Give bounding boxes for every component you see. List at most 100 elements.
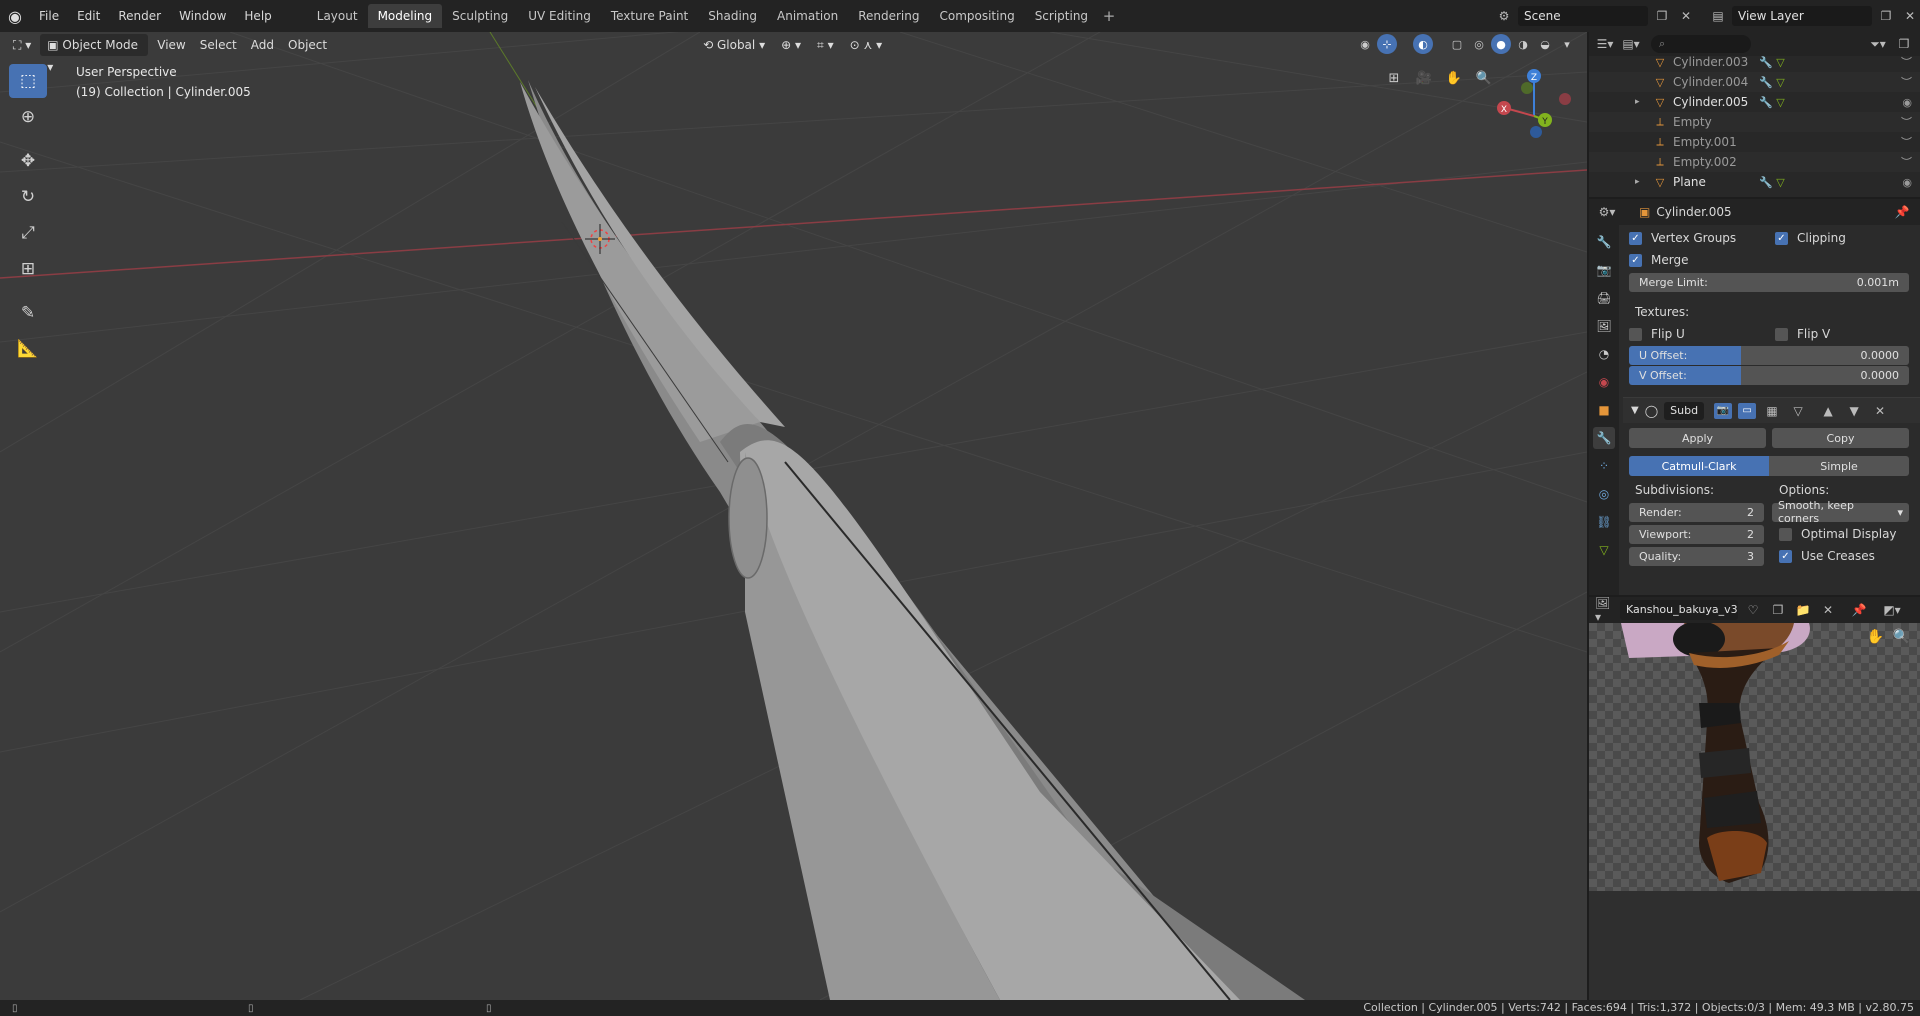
- optimal-display-checkbox[interactable]: [1779, 527, 1792, 541]
- solid-shading-icon[interactable]: ●: [1491, 34, 1511, 54]
- outliner-row[interactable]: ⟂ Empty.002 ︶: [1589, 152, 1920, 172]
- menu-help[interactable]: Help: [235, 4, 280, 28]
- scene-tab-icon[interactable]: ◔: [1593, 343, 1615, 365]
- eye-open-icon[interactable]: ◉: [1902, 96, 1912, 109]
- image-editor-type-icon[interactable]: 🖼▾: [1595, 597, 1615, 624]
- new-collection-icon[interactable]: ❐: [1894, 34, 1914, 54]
- 3d-viewport[interactable]: Z X Y ⛶ ▾ ▣ Object Mode ▾ View Select Add O…: [0, 32, 1587, 1000]
- eye-closed-icon[interactable]: ︶: [1901, 114, 1912, 130]
- display-channels-icon[interactable]: ◩▾: [1882, 600, 1902, 620]
- pin-icon[interactable]: 📌: [1892, 202, 1912, 222]
- v-offset-field[interactable]: V Offset: 0.0000: [1629, 365, 1909, 385]
- new-scene-icon[interactable]: ❐: [1652, 6, 1672, 26]
- filter-icon[interactable]: ⏷▾: [1868, 34, 1888, 54]
- uv-smooth-select[interactable]: Smooth, keep corners ▾: [1772, 499, 1909, 525]
- rotate-tool-icon[interactable]: ↻: [9, 180, 47, 214]
- move-down-icon[interactable]: ▼: [1844, 401, 1864, 421]
- eye-closed-icon[interactable]: ︶: [1901, 54, 1912, 70]
- tab-shading[interactable]: Shading: [698, 4, 767, 28]
- collapse-icon[interactable]: ▼: [1631, 405, 1639, 416]
- display-mode-icon[interactable]: ▤▾: [1621, 34, 1641, 54]
- pivot-point-icon[interactable]: ⊕ ▾: [774, 34, 808, 56]
- transform-tool-icon[interactable]: ⊞: [9, 252, 47, 286]
- visibility-icon[interactable]: ◉: [1355, 34, 1375, 54]
- move-up-icon[interactable]: ▲: [1818, 401, 1838, 421]
- open-image-icon[interactable]: 📁: [1793, 600, 1813, 620]
- outliner-row[interactable]: ▸ ▽ Plane 🔧 ▽ ◉: [1589, 172, 1920, 192]
- select-box-tool-icon[interactable]: ⬚: [9, 64, 47, 98]
- view-layer-tab-icon[interactable]: 🖼: [1593, 315, 1615, 337]
- new-view-layer-icon[interactable]: ❐: [1876, 6, 1896, 26]
- viewport-menu-view[interactable]: View: [150, 34, 192, 56]
- properties-editor-type-icon[interactable]: ⚙▾: [1597, 202, 1617, 222]
- new-image-icon[interactable]: ❐: [1768, 600, 1788, 620]
- vertex-groups-checkbox[interactable]: ✓: [1629, 231, 1642, 245]
- scale-tool-icon[interactable]: ⤢: [9, 216, 47, 250]
- cursor-tool-icon[interactable]: ⊕: [9, 100, 47, 134]
- modifier-wrench-icon[interactable]: 🔧 ▽: [1759, 76, 1785, 89]
- add-workspace-button[interactable]: +: [1098, 5, 1120, 27]
- tab-scripting[interactable]: Scripting: [1025, 4, 1098, 28]
- unlink-image-icon[interactable]: ✕: [1818, 600, 1838, 620]
- menu-window[interactable]: Window: [170, 4, 235, 28]
- tab-compositing[interactable]: Compositing: [929, 4, 1024, 28]
- wireframe-shading-icon[interactable]: ◎: [1469, 34, 1489, 54]
- blender-logo-icon[interactable]: ◉: [0, 0, 30, 32]
- remove-view-layer-icon[interactable]: ✕: [1900, 6, 1920, 26]
- viewport-menu-add[interactable]: Add: [244, 34, 281, 56]
- editor-type-icon[interactable]: ⛶ ▾: [6, 34, 38, 56]
- constraints-tab-icon[interactable]: ⛓: [1593, 511, 1615, 533]
- pan-image-icon[interactable]: ✋: [1867, 629, 1884, 645]
- gizmo-toggle-icon[interactable]: ⊹: [1377, 34, 1397, 54]
- view-layer-browse-icon[interactable]: ▤: [1708, 6, 1728, 26]
- viewport-levels-field[interactable]: Viewport: 2: [1629, 524, 1764, 544]
- outliner-row[interactable]: ▽ Cylinder.004 🔧 ▽ ︶: [1589, 72, 1920, 92]
- outliner-editor-type-icon[interactable]: ☰▾: [1595, 34, 1615, 54]
- simple-button[interactable]: Simple: [1769, 456, 1909, 476]
- eye-closed-icon[interactable]: ︶: [1901, 154, 1912, 170]
- measure-tool-icon[interactable]: 📐: [9, 332, 47, 366]
- render-levels-field[interactable]: Render: 2: [1629, 502, 1764, 522]
- outliner-row[interactable]: ▽ Cylinder.003 🔧 ▽ ︶: [1589, 52, 1920, 72]
- pin-image-icon[interactable]: 📌: [1849, 600, 1869, 620]
- modifier-name-field[interactable]: Subd: [1664, 401, 1705, 420]
- eye-closed-icon[interactable]: ︶: [1901, 134, 1912, 150]
- overlay-toggle-icon[interactable]: ◐: [1413, 34, 1433, 54]
- u-offset-field[interactable]: U Offset: 0.0000: [1629, 345, 1909, 365]
- data-tab-icon[interactable]: ▽: [1593, 539, 1615, 561]
- render-toggle-icon[interactable]: 📷: [1714, 402, 1733, 419]
- fake-user-icon[interactable]: ♡: [1743, 600, 1763, 620]
- proportional-edit-icon[interactable]: ⊙ ⋏ ▾: [843, 34, 890, 56]
- viewport-menu-select[interactable]: Select: [193, 34, 244, 56]
- catmull-clark-button[interactable]: Catmull-Clark: [1629, 456, 1769, 476]
- tab-rendering[interactable]: Rendering: [848, 4, 929, 28]
- zoom-image-icon[interactable]: 🔍: [1893, 629, 1910, 645]
- navigation-gizmo[interactable]: Z X Y: [1497, 69, 1571, 138]
- flip-v-checkbox[interactable]: [1775, 327, 1788, 341]
- expand-icon[interactable]: ▸: [1635, 97, 1640, 107]
- annotate-tool-icon[interactable]: ✎: [9, 296, 47, 330]
- scene-name-field[interactable]: Scene: [1518, 6, 1648, 26]
- clipping-checkbox[interactable]: ✓: [1775, 231, 1788, 245]
- outliner-row[interactable]: ⟂ Empty.001 ︶: [1589, 132, 1920, 152]
- merge-checkbox[interactable]: ✓: [1629, 253, 1642, 267]
- modifier-wrench-icon[interactable]: 🔧 ▽: [1759, 176, 1785, 189]
- eye-open-icon[interactable]: ◉: [1902, 176, 1912, 189]
- modifier-wrench-icon[interactable]: 🔧 ▽: [1759, 96, 1785, 109]
- tab-uv-editing[interactable]: UV Editing: [518, 4, 601, 28]
- use-creases-checkbox[interactable]: ✓: [1779, 549, 1792, 563]
- snap-icon[interactable]: ⌗ ▾: [810, 34, 841, 56]
- editmode-toggle-icon[interactable]: ▦: [1762, 401, 1782, 421]
- move-tool-icon[interactable]: ✥: [9, 144, 47, 178]
- outliner-row[interactable]: ▸ ▽ Cylinder.005 🔧 ▽ ◉: [1589, 92, 1920, 112]
- physics-tab-icon[interactable]: ◎: [1593, 483, 1615, 505]
- mode-selector[interactable]: ▣ Object Mode ▾: [40, 34, 149, 74]
- material-shading-icon[interactable]: ◑: [1513, 34, 1533, 54]
- scene-browse-icon[interactable]: ⚙: [1494, 6, 1514, 26]
- pan-view-icon[interactable]: ✋: [1442, 66, 1466, 90]
- sword-mesh[interactable]: [520, 80, 1305, 1000]
- zoom-view-icon[interactable]: 🔍: [1472, 66, 1496, 90]
- render-tab-icon[interactable]: 📷: [1593, 259, 1615, 281]
- tab-layout[interactable]: Layout: [307, 4, 368, 28]
- eye-closed-icon[interactable]: ︶: [1901, 74, 1912, 90]
